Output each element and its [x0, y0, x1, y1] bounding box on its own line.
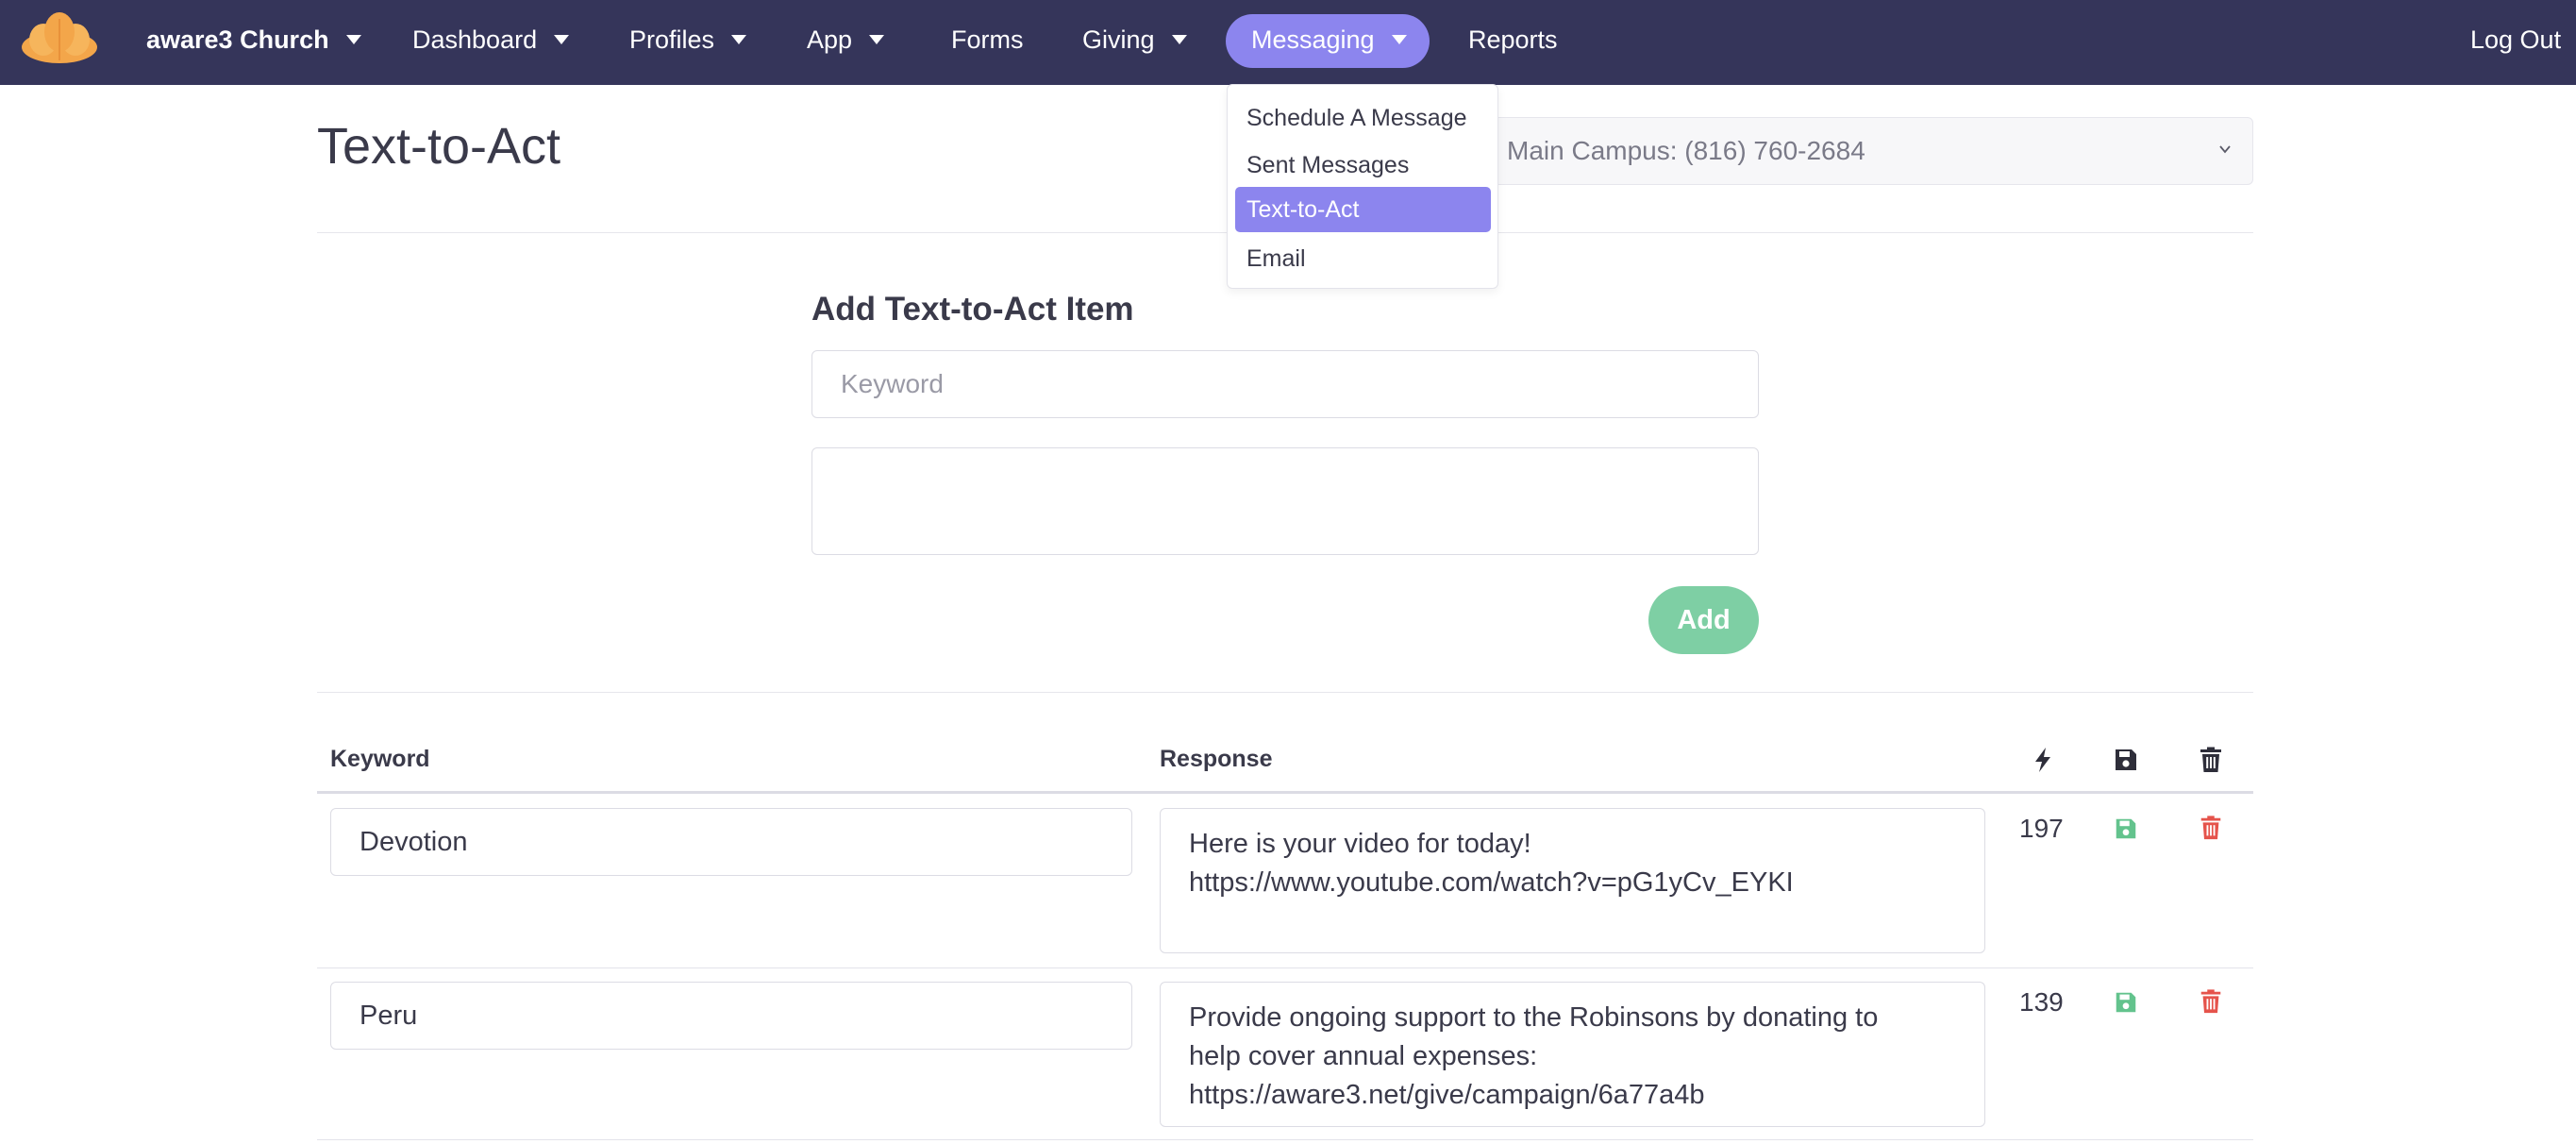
new-keyword-input[interactable] [811, 350, 1759, 418]
new-response-textarea[interactable] [811, 447, 1759, 555]
save-icon[interactable] [2113, 989, 2139, 1016]
nav-reports-label: Reports [1468, 25, 1558, 54]
nav-forms[interactable]: Forms [951, 0, 1024, 79]
form-divider [317, 692, 2253, 693]
table-header-divider [317, 791, 2253, 794]
top-navbar: aware3 Church Dashboard Profiles App For… [0, 0, 2576, 85]
row-response-count: 197 [2019, 814, 2064, 843]
row-response-textarea[interactable]: Provide ongoing support to the Robinsons… [1160, 982, 1985, 1127]
chevron-down-icon [2219, 145, 2231, 154]
nav-messaging-label: Messaging [1251, 25, 1375, 54]
row-keyword-input[interactable] [330, 808, 1132, 876]
trash-icon[interactable] [2198, 988, 2224, 1015]
nav-org-label: aware3 Church [146, 25, 329, 54]
row-response-count: 139 [2019, 987, 2064, 1017]
trash-icon[interactable] [2198, 815, 2224, 841]
nav-dashboard[interactable]: Dashboard [412, 0, 570, 79]
church-logo-icon[interactable] [19, 11, 100, 64]
menu-item-text-to-act[interactable]: Text-to-Act [1235, 187, 1491, 232]
caret-down-icon [1391, 35, 1407, 44]
messaging-dropdown-menu: Schedule A Message Sent Messages Text-to… [1227, 84, 1498, 289]
trash-icon [2200, 747, 2221, 772]
logout-link[interactable]: Log Out [2470, 0, 2561, 79]
nav-giving-label: Giving [1082, 25, 1155, 54]
nav-profiles-label: Profiles [629, 25, 715, 54]
nav-giving[interactable]: Giving [1082, 0, 1187, 79]
nav-org-switcher[interactable]: aware3 Church [146, 0, 361, 79]
column-header-keyword: Keyword [330, 746, 430, 772]
caret-down-icon [731, 35, 747, 44]
row-response-textarea[interactable]: Here is your video for today! https://ww… [1160, 808, 1985, 953]
nav-reports[interactable]: Reports [1468, 0, 1558, 79]
caret-down-icon [345, 35, 361, 44]
logout-label: Log Out [2470, 25, 2562, 54]
campus-select[interactable]: Main Campus: (816) 760-2684 [1472, 117, 2253, 185]
table-row-divider [317, 1139, 2253, 1140]
bolt-icon [2035, 748, 2050, 772]
caret-down-icon [1171, 35, 1187, 44]
menu-item-email[interactable]: Email [1235, 236, 1491, 281]
nav-app-label: App [807, 25, 853, 54]
add-item-title: Add Text-to-Act Item [811, 291, 1134, 328]
page-title: Text-to-Act [317, 118, 561, 175]
row-keyword-input[interactable] [330, 982, 1132, 1050]
nav-profiles[interactable]: Profiles [629, 0, 747, 79]
add-button[interactable]: Add [1648, 586, 1759, 654]
caret-down-icon [554, 35, 570, 44]
nav-forms-label: Forms [951, 25, 1024, 54]
table-row-divider [317, 967, 2253, 968]
nav-app[interactable]: App [807, 0, 885, 79]
save-icon[interactable] [2113, 816, 2139, 842]
menu-item-schedule-message[interactable]: Schedule A Message [1235, 95, 1491, 141]
save-icon [2116, 749, 2136, 770]
nav-dashboard-label: Dashboard [412, 25, 538, 54]
menu-item-sent-messages[interactable]: Sent Messages [1235, 143, 1491, 188]
nav-messaging[interactable]: Messaging [1251, 0, 1407, 79]
caret-down-icon [869, 35, 885, 44]
campus-select-value: Main Campus: (816) 760-2684 [1507, 136, 1865, 165]
column-header-response: Response [1160, 746, 1273, 772]
